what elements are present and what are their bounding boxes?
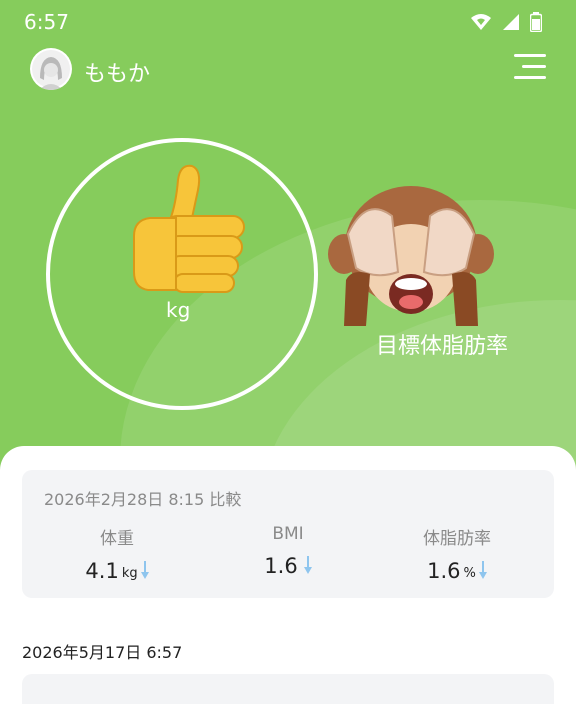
metric-label: 体脂肪率 [423, 529, 491, 549]
metric-label: BMI [272, 524, 304, 544]
metric-bmi: BMI 1.6 [208, 524, 368, 578]
avatar[interactable] [30, 48, 72, 90]
menu-button[interactable] [514, 54, 546, 80]
comparison-title: 2026年2月28日 8:15 比較 [44, 490, 242, 509]
record-date: 2026年5月17日 6:57 [22, 643, 183, 662]
see-no-evil-monkey-icon [328, 186, 494, 326]
record-card[interactable] [22, 674, 554, 704]
battery-icon [530, 12, 542, 32]
metric-unit: kg [121, 566, 138, 581]
user-name[interactable]: ももか [84, 56, 150, 88]
arrow-down-icon [478, 561, 487, 579]
arrow-down-icon [303, 556, 312, 574]
menu-icon-line [514, 76, 546, 79]
arrow-down-icon [140, 561, 149, 579]
signal-icon [503, 14, 519, 30]
metric-value: 4.1 [85, 559, 119, 583]
status-time: 6:57 [24, 10, 69, 34]
status-icons [470, 12, 542, 32]
comparison-card[interactable]: 2026年2月28日 8:15 比較 体重 4.1 kg BMI 1.6 体脂肪… [22, 470, 554, 598]
menu-icon-line [522, 65, 546, 68]
target-body-fat-label: 目標体脂肪率 [376, 334, 509, 359]
avatar-icon [32, 50, 70, 90]
metric-label: 体重 [100, 529, 134, 549]
wifi-icon [471, 14, 491, 30]
metric-value: 1.6 [264, 554, 298, 578]
metric-weight: 体重 4.1 kg [37, 524, 197, 583]
menu-icon [514, 54, 546, 57]
weight-unit: kg [166, 298, 191, 322]
metric-body-fat: 体脂肪率 1.6 % [377, 524, 537, 583]
thumbs-up-icon [133, 164, 245, 293]
metric-value: 1.6 [427, 559, 461, 583]
metric-unit: % [463, 566, 476, 581]
